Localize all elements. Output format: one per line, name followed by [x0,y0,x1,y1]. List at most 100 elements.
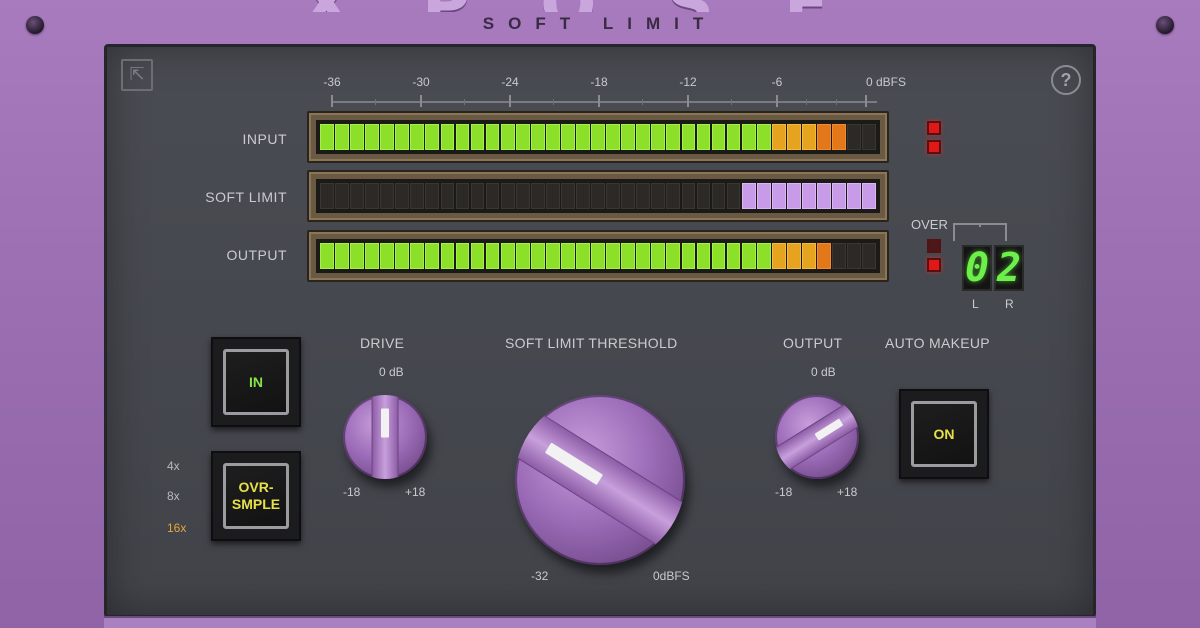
scale-minor-tick [806,99,807,105]
in-button[interactable]: IN [211,337,301,427]
scale-tick [776,95,778,107]
scale-minor-tick [375,99,376,105]
meter-segment [756,124,771,150]
meter-segment [485,183,500,209]
meter-segment [576,243,590,269]
oversample-button[interactable]: OVR- SMPLE [211,451,301,541]
meter-segment [832,243,846,269]
scale-label: -24 [501,75,519,89]
meter-segment [576,183,590,209]
meter-segment [696,243,711,269]
meter-segment [455,243,470,269]
meter-segment [711,243,726,269]
scale-label: -6 [771,75,783,89]
meter-segment [380,183,395,209]
meter-segment [425,183,440,209]
meter-segment [606,243,620,269]
soft-limit-threshold-knob[interactable] [515,395,685,565]
meter-segment [470,183,485,209]
meter-segment [410,243,425,269]
meter-segment [425,243,440,269]
meter-segment [395,243,410,269]
output-clip-led-right [927,258,941,272]
help-icon[interactable]: ? [1051,65,1081,95]
meter-label-output: OUTPUT [226,247,287,263]
scale-minor-tick [731,99,732,105]
meter-segment [786,124,801,150]
over-label-right: R [1005,297,1014,311]
output-meter [307,230,889,282]
meter-segment [576,124,590,150]
auto-makeup-button[interactable]: ON [899,389,989,479]
scale-minor-tick [836,99,837,105]
output-scale-top: 0 dB [811,365,836,379]
meter-segment [591,243,605,269]
meter-segment [756,243,771,269]
meter-segment [410,124,425,150]
meter-segment [545,183,560,209]
meter-segment [530,243,545,269]
meter-segment [711,124,726,150]
scale-label: -18 [590,75,608,89]
meter-segment [455,124,470,150]
in-button-label: IN [223,349,289,415]
meter-label-soft-limit: SOFT LIMIT [205,189,287,205]
drive-scale-min: -18 [343,485,361,499]
meter-segment [470,124,485,150]
output-knob[interactable] [775,395,859,479]
meter-segment [500,183,515,209]
resize-icon[interactable]: ⇱ [121,59,153,91]
meter-segment [440,243,455,269]
input-meter [307,111,889,163]
meter-segment [741,124,756,150]
meter-segment [425,124,440,150]
meter-segment [335,183,349,209]
meter-segment [862,243,877,269]
meter-segment [651,243,666,269]
scale-label: -30 [412,75,430,89]
over-label-left: L [972,297,979,311]
threshold-knob-stripe [515,408,685,552]
oversample-option-4x[interactable]: 4x [167,459,180,473]
meter-segment [636,243,651,269]
bottom-band [104,616,1096,628]
meter-segment [530,183,545,209]
meter-segment [350,183,364,209]
meter-segment [726,243,741,269]
meter-segment [832,124,846,150]
screw-icon [26,16,44,34]
meter-segment [847,124,861,150]
logo-wordmark: XPOSE [100,0,1100,12]
over-count-left: 0 [962,245,992,291]
meter-segment [606,183,620,209]
meter-segment [817,183,831,209]
meter-segment [802,243,816,269]
soft-limit-meter [307,170,889,222]
meter-segment [847,183,861,209]
meter-segment [350,243,364,269]
scale-minor-tick [642,99,643,105]
meter-segment [380,243,395,269]
meter-segment [485,124,500,150]
meter-segment [786,183,801,209]
meter-segment [455,183,470,209]
scale-tick [509,95,511,107]
oversample-option-8x[interactable]: 8x [167,489,180,503]
meter-segment [651,183,666,209]
main-panel: ⇱ ? -36 -30 -24 -18 -12 -6 0 dBFS INPUT … [104,44,1096,618]
drive-knob[interactable] [343,395,427,479]
meter-segment [335,243,349,269]
subtitle: SOFT LIMIT [482,14,718,33]
output-scale-min: -18 [775,485,793,499]
meter-segment [741,183,756,209]
meter-segment [365,243,379,269]
meter-segment [350,124,364,150]
output-meter-segments [316,239,880,273]
oversample-option-16x[interactable]: 16x [167,521,186,535]
meter-segment [335,124,349,150]
threshold-label: SOFT LIMIT THRESHOLD [505,335,678,351]
scale-tick [865,95,867,107]
input-meter-segments [316,120,880,154]
meter-segment [440,124,455,150]
meter-segment [606,124,620,150]
